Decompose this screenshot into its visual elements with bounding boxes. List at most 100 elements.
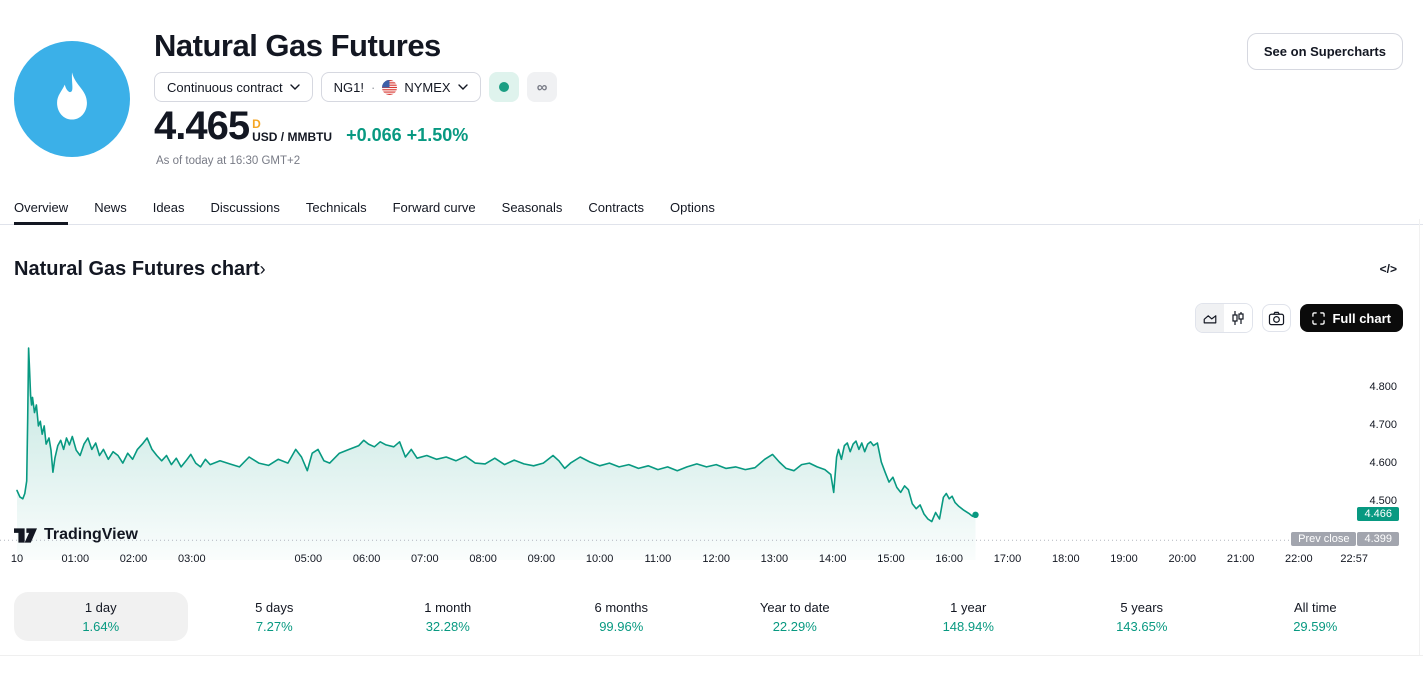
page-title: Natural Gas Futures [154, 28, 441, 64]
area-fill [17, 348, 976, 560]
current-price-badge: 4.466 [1357, 507, 1399, 521]
tradingview-logo-icon [14, 528, 37, 543]
symbol-logo [14, 41, 130, 157]
area-chart-style-button[interactable] [1196, 304, 1224, 332]
chevron-down-icon [458, 84, 468, 90]
period-change-row: 1 day 1.64% 5 days 7.27% 1 month 32.28% 6 mont… [14, 592, 1402, 641]
time-scale-tick: 10 [11, 553, 23, 565]
flame-icon [40, 67, 104, 131]
period-label: 5 years [1120, 600, 1163, 615]
tab-overview[interactable]: Overview [14, 196, 68, 224]
time-scale-tick: 08:00 [469, 553, 497, 565]
price-chart[interactable]: 4.8004.7004.6004.500 4.466 Prev close 4.… [0, 340, 1423, 570]
price-block: 4.465 D USD / MMBTU +0.066 +1.50% [154, 106, 468, 146]
tab-technicals[interactable]: Technicals [306, 196, 367, 224]
time-scale-tick: 03:00 [178, 553, 206, 565]
infinity-icon: ∞ [537, 79, 547, 96]
period-change-value: 7.27% [256, 619, 293, 634]
right-divider [1419, 219, 1420, 655]
price-unit: USD / MMBTU [252, 130, 332, 145]
see-on-supercharts-button[interactable]: See on Supercharts [1247, 33, 1403, 70]
as-of-timestamp: As of today at 16:30 GMT+2 [156, 155, 300, 167]
us-flag-icon [382, 80, 397, 95]
period-label: 1 year [950, 600, 986, 615]
candle-chart-style-button[interactable] [1224, 304, 1252, 332]
area-chart-icon [1202, 310, 1218, 326]
period-label: 5 days [255, 600, 293, 615]
period-change-value: 99.96% [599, 619, 643, 634]
chevron-right-icon: › [260, 259, 266, 279]
candles-icon [1231, 310, 1245, 326]
contract-expiration-button[interactable]: ∞ [527, 72, 557, 102]
snapshot-button[interactable] [1262, 304, 1291, 332]
price-scale-tick: 4.500 [1369, 495, 1397, 507]
camera-icon [1268, 311, 1285, 326]
period-change-value: 29.59% [1293, 619, 1337, 634]
period-label: 1 day [85, 600, 117, 615]
tab-contracts[interactable]: Contracts [588, 196, 644, 224]
time-scale-tick: 12:00 [702, 553, 730, 565]
chart-toolbar: Full chart [1195, 303, 1403, 333]
time-scale-tick: 07:00 [411, 553, 439, 565]
period-change-value: 143.65% [1116, 619, 1167, 634]
period-6-months[interactable]: 6 months 99.96% [535, 592, 709, 641]
period-1-month[interactable]: 1 month 32.28% [361, 592, 535, 641]
full-chart-button[interactable]: Full chart [1300, 304, 1403, 332]
period-change-value: 1.64% [82, 619, 119, 634]
period-label: 1 month [424, 600, 471, 615]
tab-options[interactable]: Options [670, 196, 715, 224]
period-5-years[interactable]: 5 years 143.65% [1055, 592, 1229, 641]
period-change-value: 148.94% [943, 619, 994, 634]
contract-selector-label: Continuous contract [167, 80, 283, 95]
tab-ideas[interactable]: Ideas [153, 196, 185, 224]
price-scale-tick: 4.800 [1369, 381, 1397, 393]
market-open-dot-icon [499, 82, 509, 92]
time-scale-tick: 13:00 [761, 553, 789, 565]
last-price: 4.465 [154, 106, 249, 146]
period-1-day[interactable]: 1 day 1.64% [14, 592, 188, 641]
tab-discussions[interactable]: Discussions [211, 196, 280, 224]
period-year-to-date[interactable]: Year to date 22.29% [708, 592, 882, 641]
period-change-value: 22.29% [773, 619, 817, 634]
last-price-dot [972, 512, 978, 518]
embed-code-icon[interactable]: </> [1380, 262, 1397, 276]
period-all-time[interactable]: All time29.59% [1229, 592, 1403, 641]
contract-selector[interactable]: Continuous contract [154, 72, 313, 102]
period-5-days[interactable]: 5 days 7.27% [188, 592, 362, 641]
fullscreen-icon [1312, 312, 1325, 325]
time-scale-tick: 17:00 [994, 553, 1022, 565]
chart-section-heading[interactable]: Natural Gas Futures chart› [14, 258, 266, 281]
time-scale-tick: 19:00 [1110, 553, 1138, 565]
symbol-ticker: NG1! [334, 80, 364, 95]
session-flag: D [252, 118, 332, 130]
time-scale-tick: 22:00 [1285, 553, 1313, 565]
time-scale-tick: 20:00 [1169, 553, 1197, 565]
period-change-value: 32.28% [426, 619, 470, 634]
time-scale[interactable]: 10 01:00 02:00 03:00 05:00 06:00 07:00 08:00 09:… [0, 553, 1360, 569]
time-scale-tick: 05:00 [295, 553, 323, 565]
time-scale-tick: 21:00 [1227, 553, 1255, 565]
tab-seasonals[interactable]: Seasonals [502, 196, 563, 224]
time-scale-tick: 01:00 [62, 553, 90, 565]
time-scale-tick: 11:00 [645, 553, 672, 565]
period-label: 6 months [595, 600, 648, 615]
time-scale-tick: 22:57 [1340, 553, 1368, 565]
tab-forward-curve[interactable]: Forward curve [393, 196, 476, 224]
time-scale-tick: 15:00 [877, 553, 905, 565]
time-scale-tick: 02:00 [120, 553, 148, 565]
time-scale-tick: 09:00 [528, 553, 556, 565]
tab-news[interactable]: News [94, 196, 127, 224]
prev-close-label: Prev close [1291, 532, 1356, 546]
chart-section-title: Natural Gas Futures chart [14, 258, 260, 280]
prev-close-badge: Prev close 4.399 [1291, 532, 1399, 546]
full-chart-label: Full chart [1332, 311, 1391, 326]
price-change: +0.066 +1.50% [346, 125, 468, 145]
period-1-year[interactable]: 1 year 148.94% [882, 592, 1056, 641]
market-status-button[interactable] [489, 72, 519, 102]
time-scale-tick: 10:00 [586, 553, 614, 565]
symbol-selector[interactable]: NG1! · NYMEX [321, 72, 481, 102]
time-scale-tick: 06:00 [353, 553, 381, 565]
price-area-chart[interactable] [0, 340, 1360, 560]
price-scale-tick: 4.700 [1369, 419, 1397, 431]
period-label: Year to date [760, 600, 830, 615]
